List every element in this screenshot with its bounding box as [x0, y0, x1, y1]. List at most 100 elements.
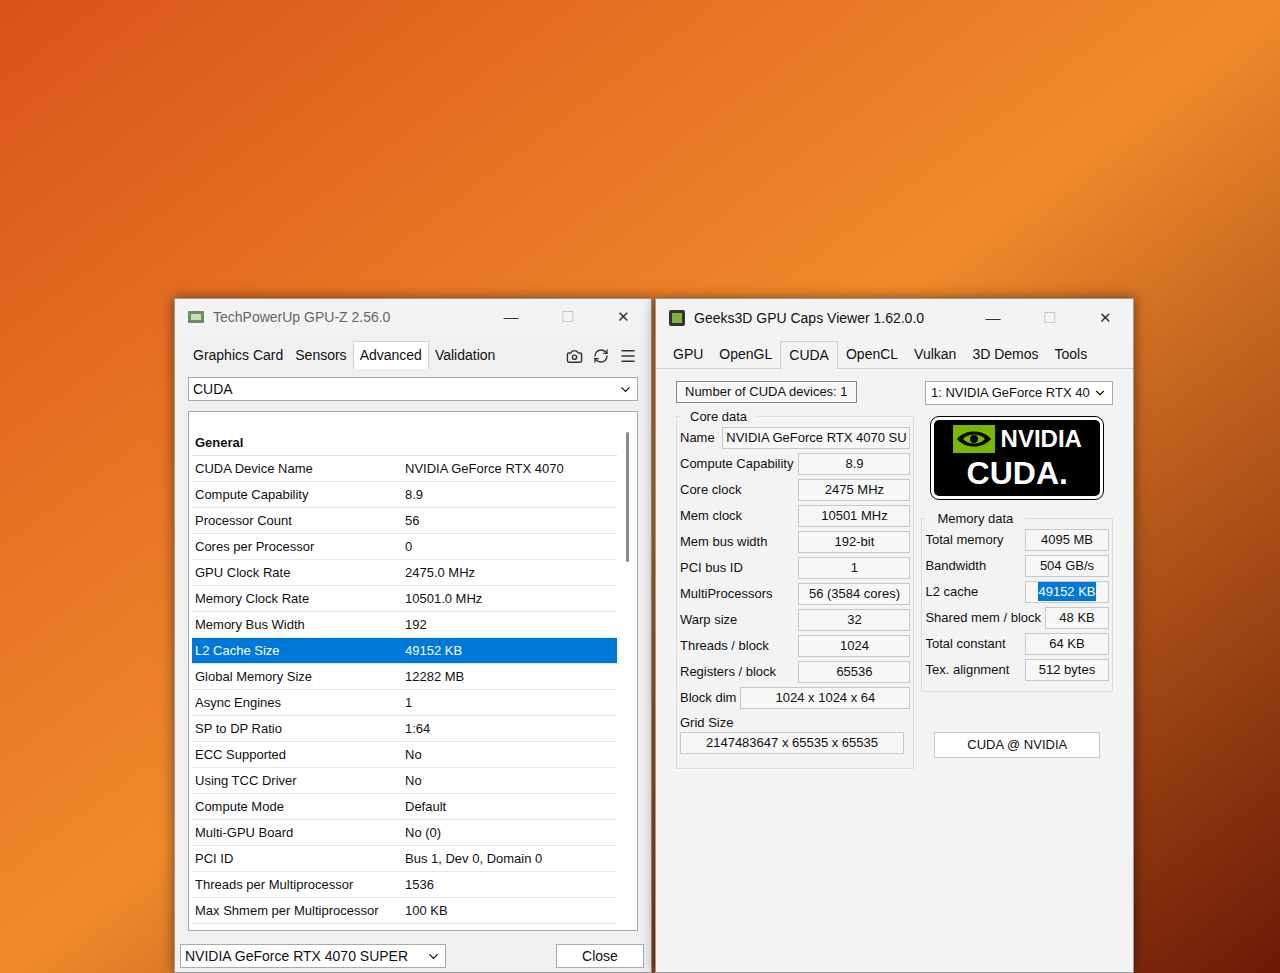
memory-field: Bandwidth504 GB/s	[925, 555, 1109, 577]
info-row[interactable]: Async Engines1	[192, 690, 617, 716]
core-field: Registers / block65536	[680, 661, 910, 683]
core-field: Block dim1024 x 1024 x 64	[680, 687, 910, 709]
chevron-down-icon	[1093, 386, 1107, 400]
window-title: TechPowerUp GPU-Z 2.56.0	[213, 307, 390, 328]
value-box: 2147483647 x 65535 x 65535	[680, 732, 904, 754]
value-box: NVIDIA GeForce RTX 4070 SU	[722, 427, 910, 449]
core-field: Core clock2475 MHz	[680, 479, 910, 501]
nvidia-cuda-logo: NVIDIACUDA.	[931, 417, 1103, 499]
menu-icon[interactable]	[619, 347, 637, 365]
tab[interactable]: Sensors	[289, 342, 352, 369]
gpucaps-window: Geeks3D GPU Caps Viewer 1.62.0.0—☐✕GPUOp…	[655, 298, 1134, 973]
info-row[interactable]: SP to DP Ratio1:64	[192, 716, 617, 742]
cuda-panel: Number of CUDA devices: 1 1: NVIDIA GeFor…	[656, 369, 1133, 769]
core-field: Compute Capability8.9	[680, 453, 910, 475]
value-box: 32	[798, 609, 910, 631]
tab[interactable]: OpenCL	[838, 341, 906, 368]
value-box: 8.9	[798, 453, 910, 475]
window-control-button[interactable]: —	[965, 299, 1021, 337]
tab[interactable]: Advanced	[353, 341, 429, 369]
scrollbar[interactable]	[617, 412, 637, 930]
core-field: Mem clock10501 MHz	[680, 505, 910, 527]
info-row[interactable]: Memory Clock Rate10501.0 MHz	[192, 586, 617, 612]
desktop: TechPowerUp GPU-Z 2.56.0—☐✕Graphics Card…	[0, 0, 1280, 973]
refresh-icon[interactable]	[593, 348, 609, 364]
info-row[interactable]: PCI IDBus 1, Dev 0, Domain 0	[192, 846, 617, 872]
section-header: General	[192, 430, 617, 456]
device-select[interactable]: 1: NVIDIA GeForce RTX 40	[925, 381, 1113, 405]
tab[interactable]: Tools	[1047, 341, 1096, 368]
core-field: Mem bus width192-bit	[680, 531, 910, 553]
memory-field: Total memory4095 MB	[925, 529, 1109, 551]
device-select[interactable]: NVIDIA GeForce RTX 4070 SUPER	[180, 944, 446, 968]
core-field: PCI bus ID1	[680, 557, 910, 579]
chevron-down-icon	[618, 382, 633, 397]
window-control-button[interactable]: ☐	[1021, 299, 1077, 337]
tab[interactable]: CUDA	[780, 341, 838, 369]
info-row[interactable]: Compute ModeDefault	[192, 794, 617, 820]
title-bar: Geeks3D GPU Caps Viewer 1.62.0.0 —☐✕	[656, 299, 1133, 337]
window-controls: —☐✕	[965, 299, 1133, 337]
api-select[interactable]: CUDA	[188, 377, 638, 401]
scrollbar-thumb[interactable]	[626, 432, 629, 562]
value-box: 4095 MB	[1025, 529, 1109, 551]
tab[interactable]: Vulkan	[906, 341, 964, 368]
window-title: Geeks3D GPU Caps Viewer 1.62.0.0	[694, 308, 924, 329]
info-row[interactable]: GPU Clock Rate2475.0 MHz	[192, 560, 617, 586]
tab-row: GPUOpenGLCUDAOpenCLVulkan3D DemosTools	[656, 337, 1133, 369]
info-row[interactable]: Cores per Processor0	[192, 534, 617, 560]
gpuz-app-icon	[187, 309, 205, 325]
info-row[interactable]: Processor Count56	[192, 508, 617, 534]
value-box: 65536	[798, 661, 910, 683]
value-box: 504 GB/s	[1025, 555, 1109, 577]
info-row[interactable]: Memory Bus Width192	[192, 612, 617, 638]
memory-field: L2 cache49152 KB	[925, 581, 1109, 603]
title-bar: TechPowerUp GPU-Z 2.56.0 —☐✕	[175, 299, 651, 335]
tab[interactable]: OpenGL	[711, 341, 780, 368]
gpucaps-app-icon	[668, 309, 686, 327]
nvidia-eye-icon	[953, 425, 995, 453]
memory-data-group: Memory dataTotal memory4095 MBBandwidth5…	[921, 509, 1113, 692]
info-row[interactable]: Threads per Multiprocessor1536	[192, 872, 617, 898]
info-row[interactable]: ECC SupportedNo	[192, 742, 617, 768]
tab[interactable]: Graphics Card	[187, 342, 289, 369]
tab[interactable]: 3D Demos	[964, 341, 1046, 368]
value-box: 512 bytes	[1025, 659, 1109, 681]
cuda-link-button[interactable]: CUDA @ NVIDIA	[934, 732, 1100, 758]
info-row[interactable]: Global Memory Size12282 MB	[192, 664, 617, 690]
value-box: 10501 MHz	[798, 505, 910, 527]
info-row[interactable]: Max Shmem per Multiprocessor100 KB	[192, 898, 617, 924]
value-box: 1024	[798, 635, 910, 657]
bottom-bar: NVIDIA GeForce RTX 4070 SUPER Close	[175, 944, 651, 972]
info-row[interactable]: Compute Capability8.9	[192, 482, 617, 508]
core-field: Warp size32	[680, 609, 910, 631]
window-control-button[interactable]: —	[483, 299, 539, 335]
info-list: GeneralCUDA Device NameNVIDIA GeForce RT…	[188, 411, 638, 931]
chevron-down-icon	[426, 949, 441, 964]
device-count: Number of CUDA devices: 1	[676, 381, 857, 403]
close-button[interactable]: Close	[556, 944, 644, 968]
value-box: 2475 MHz	[798, 479, 910, 501]
tab-row: Graphics CardSensorsAdvancedValidation	[175, 341, 651, 369]
value-box: 1024 x 1024 x 64	[740, 687, 910, 709]
core-field: Grid Size2147483647 x 65535 x 65535	[680, 713, 910, 755]
tab[interactable]: GPU	[665, 341, 711, 368]
info-row[interactable]: Multi-GPU BoardNo (0)	[192, 820, 617, 846]
window-control-button[interactable]: ☐	[539, 299, 595, 335]
gpuz-window: TechPowerUp GPU-Z 2.56.0 —☐✕ Graphics Card…	[174, 298, 652, 973]
value-box: 192-bit	[798, 531, 910, 553]
window-control-button[interactable]: ✕	[1077, 299, 1133, 337]
window-control-button[interactable]: ✕	[595, 299, 651, 335]
info-row[interactable]: Using TCC DriverNo	[192, 768, 617, 794]
core-field: MultiProcessors56 (3584 cores)	[680, 583, 910, 605]
info-row[interactable]: L2 Cache Size49152 KB	[192, 638, 617, 664]
memory-field: Shared mem / block48 KB	[925, 607, 1109, 629]
memory-field: Total constant64 KB	[925, 633, 1109, 655]
value-box: 56 (3584 cores)	[798, 583, 910, 605]
core-field: NameNVIDIA GeForce RTX 4070 SU	[680, 427, 910, 449]
camera-icon[interactable]	[566, 348, 583, 365]
info-row[interactable]: CUDA Device NameNVIDIA GeForce RTX 4070	[192, 456, 617, 482]
window-controls: —☐✕	[483, 299, 651, 335]
tab[interactable]: Validation	[429, 342, 501, 369]
value-box: 64 KB	[1025, 633, 1109, 655]
